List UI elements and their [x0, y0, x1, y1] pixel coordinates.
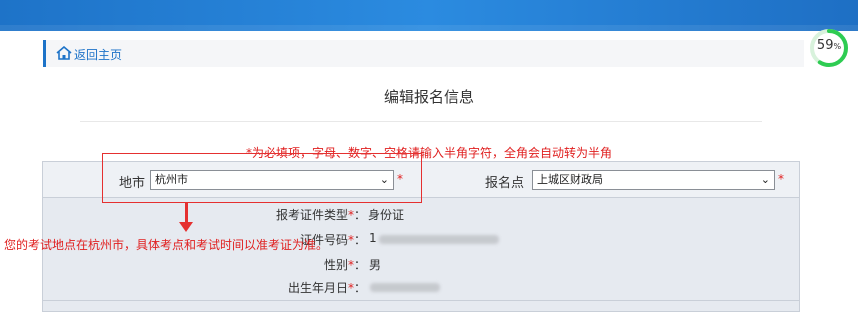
page-title: 编辑报名信息 [383, 88, 474, 106]
title-divider [80, 121, 762, 122]
form-divider [42, 300, 800, 301]
breadcrumb: 返回主页 [43, 40, 804, 67]
back-home-link[interactable]: 返回主页 [74, 46, 122, 63]
id-type-value: 身份证 [368, 208, 405, 222]
id-type-label: 报考证件类型*： [275, 208, 366, 222]
progress-value: 59% [809, 38, 849, 53]
required-mark: * [778, 172, 784, 186]
exam-location-annotation: 您的考试地点在杭州市，具体考点和考试时间以准考证为准。 [4, 238, 329, 252]
arrow-down-icon [179, 222, 193, 232]
site-label: 报名点 [485, 176, 525, 191]
progress-number: 59 [816, 38, 834, 53]
id-number-value: 1 [369, 231, 377, 245]
top-banner [0, 0, 858, 31]
progress-unit: % [833, 42, 842, 51]
redacted-id-number [379, 235, 499, 244]
chevron-down-icon: ⌄ [760, 173, 770, 186]
birth-label: 出生年月日*： [287, 281, 366, 295]
gender-label: 性别*： [323, 258, 366, 272]
progress-indicator: 59% [809, 28, 849, 68]
city-highlight-box [102, 153, 422, 203]
redacted-birth-date [370, 283, 440, 292]
gender-value: 男 [369, 258, 382, 272]
site-value: 上城区财政局 [537, 173, 603, 186]
site-select[interactable]: 上城区财政局 ⌄ [532, 170, 775, 190]
home-icon[interactable] [56, 46, 72, 60]
